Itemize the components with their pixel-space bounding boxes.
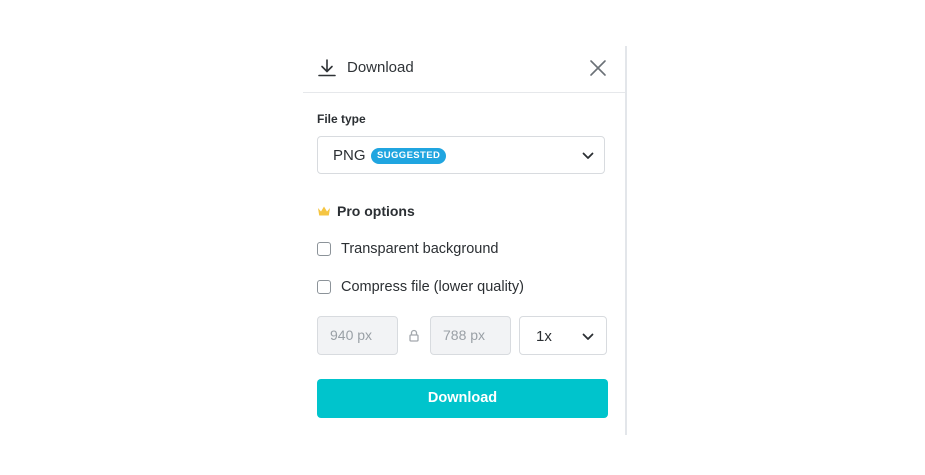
download-icon bbox=[318, 59, 336, 77]
transparent-background-checkbox[interactable] bbox=[317, 242, 331, 256]
crown-icon bbox=[318, 206, 330, 216]
panel-header: Download bbox=[303, 46, 625, 93]
scale-value: 1x bbox=[536, 328, 552, 345]
suggested-badge: SUGGESTED bbox=[371, 148, 447, 164]
width-input[interactable]: 940 px bbox=[317, 316, 398, 355]
chevron-down-icon bbox=[582, 333, 594, 340]
scale-select[interactable]: 1x bbox=[519, 316, 607, 355]
file-type-value: PNG bbox=[333, 147, 366, 164]
close-icon[interactable] bbox=[587, 57, 609, 79]
lock-icon[interactable] bbox=[408, 329, 420, 342]
file-type-label: File type bbox=[317, 112, 366, 126]
compress-file-label: Compress file (lower quality) bbox=[341, 279, 524, 295]
download-panel: Download File type PNG SUGGESTED Pro opt… bbox=[303, 46, 627, 435]
file-type-select[interactable]: PNG SUGGESTED bbox=[317, 136, 605, 174]
download-button[interactable]: Download bbox=[317, 379, 608, 418]
compress-file-checkbox[interactable] bbox=[317, 280, 331, 294]
transparent-background-label: Transparent background bbox=[341, 241, 499, 257]
chevron-down-icon bbox=[582, 152, 594, 159]
pro-options-label: Pro options bbox=[337, 203, 415, 219]
panel-title: Download bbox=[347, 59, 414, 76]
height-input[interactable]: 788 px bbox=[430, 316, 511, 355]
